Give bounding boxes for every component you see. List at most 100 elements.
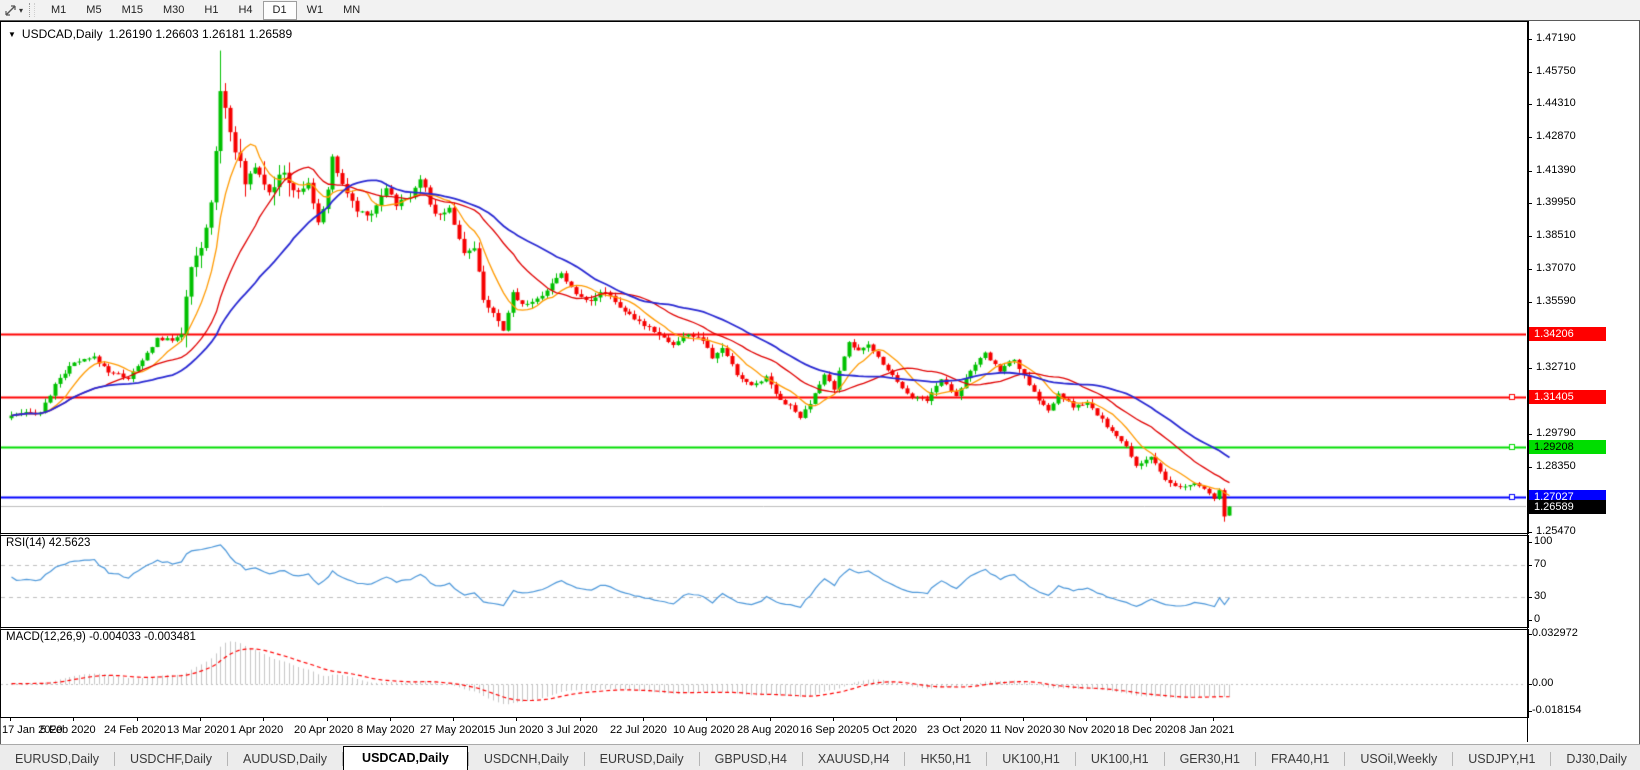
price-chart-canvas[interactable] [1,22,1526,531]
timeframe-button-m30[interactable]: M30 [153,1,194,20]
chart-tab-audusd-daily[interactable]: AUDUSD,Daily [228,748,342,770]
chart-tab-xauusd-h4[interactable]: XAUUSD,H4 [803,748,905,770]
date-tick-label: 13 Mar 2020 [167,724,229,736]
rsi-tick-mark [1527,597,1532,598]
rsi-tick-mark [1527,620,1532,621]
price-tick-label: 1.29790 [1536,427,1576,439]
date-tick-mark [1150,717,1151,721]
price-level-badge: 1.29208 [1529,440,1606,454]
chart-tab-usdjpy-h1[interactable]: USDJPY,H1 [1453,748,1550,770]
price-tick-mark [1527,269,1532,270]
date-tick-label: 18 Dec 2020 [1117,724,1179,736]
crosshair-tool-icon[interactable] [3,3,18,18]
date-tick-mark [327,717,328,721]
chart-tab-dj30-daily[interactable]: DJ30,Daily [1551,748,1640,770]
price-tick-mark [1527,104,1532,105]
date-tick-mark [263,717,264,721]
price-tick-label: 1.35590 [1536,295,1576,307]
chart-symbol-label: USDCAD,Daily [22,27,103,41]
chart-tab-usoil-weekly[interactable]: USOil,Weekly [1345,748,1452,770]
date-tick-label: 24 Feb 2020 [104,724,166,736]
date-tick-label: 5 Oct 2020 [863,724,917,736]
date-tick-mark [1023,717,1024,721]
price-tick-mark [1527,39,1532,40]
timeframe-button-m15[interactable]: M15 [112,1,153,20]
chart-tab-fra40-h1[interactable]: FRA40,H1 [1256,748,1344,770]
rsi-tick-label: 70 [1534,558,1546,570]
rsi-tick-mark [1527,565,1532,566]
date-tick-mark [580,717,581,721]
chart-title: ▼ USDCAD,Daily 1.26190 1.26603 1.26181 1… [8,27,292,41]
price-tick-mark [1527,302,1532,303]
timeframe-button-group: M1M5M15M30H1H4D1W1MN [41,1,370,20]
timeframe-button-h1[interactable]: H1 [194,1,228,20]
rsi-label: RSI(14) 42.5623 [6,537,90,549]
date-tick-label: 20 Apr 2020 [294,724,353,736]
chart-tabs: EURUSD,DailyUSDCHF,DailyAUDUSD,DailyUSDC… [0,746,1640,770]
date-tick-label: 27 May 2020 [420,724,484,736]
date-tick-mark [960,717,961,721]
date-tick-mark [137,717,138,721]
chart-ohlc-values: 1.26190 1.26603 1.26181 1.26589 [109,27,293,41]
collapse-arrow-icon[interactable]: ▼ [8,30,16,39]
date-tick-mark [1086,717,1087,721]
timeframe-button-h4[interactable]: H4 [228,1,262,20]
date-tick-mark [390,717,391,721]
timeframe-button-d1[interactable]: D1 [263,1,297,20]
chart-tab-uk100-h1[interactable]: UK100,H1 [987,748,1075,770]
chart-tab-usdcad-daily[interactable]: USDCAD,Daily [343,746,468,770]
toolbar-grip [29,3,35,17]
timeframe-button-m1[interactable]: M1 [41,1,76,20]
date-tick-mark [1213,717,1214,721]
price-tick-label: 1.44310 [1536,97,1576,109]
price-tick-label: 1.37070 [1536,262,1576,274]
chart-tab-eurusd-daily[interactable]: EURUSD,Daily [585,748,699,770]
chart-tab-usdcnh-daily[interactable]: USDCNH,Daily [469,748,584,770]
price-tick-label: 1.28350 [1536,460,1576,472]
date-tick-label: 15 Jun 2020 [483,724,544,736]
rsi-chart-canvas[interactable] [1,536,1526,625]
date-tick-mark [200,717,201,721]
chart-tab-uk100-h1[interactable]: UK100,H1 [1076,748,1164,770]
date-tick-label: 22 Jul 2020 [610,724,667,736]
timeframe-button-w1[interactable]: W1 [297,1,334,20]
date-tick-label: 8 May 2020 [357,724,414,736]
top-toolbar: ▾ M1M5M15M30H1H4D1W1MN [0,0,1640,21]
date-tick-mark [10,717,11,721]
price-tick-mark [1527,72,1532,73]
trading-terminal-window: ▾ M1M5M15M30H1H4D1W1MN ▼ USDCAD,Daily 1.… [0,0,1640,770]
timeframe-button-mn[interactable]: MN [333,1,370,20]
macd-chart-canvas[interactable] [1,630,1526,715]
date-tick-mark [516,717,517,721]
price-tick-mark [1527,203,1532,204]
date-tick-label: 10 Aug 2020 [673,724,735,736]
tool-dropdown-arrow-icon[interactable]: ▾ [19,6,23,15]
date-tick-label: 1 Apr 2020 [230,724,283,736]
chart-tab-hk50-h1[interactable]: HK50,H1 [905,748,986,770]
rsi-tick-label: 0 [1534,613,1540,625]
date-tick-mark [643,717,644,721]
price-tick-label: 1.42870 [1536,130,1576,142]
chart-tab-ger30-h1[interactable]: GER30,H1 [1165,748,1255,770]
rsi-tick-label: 100 [1534,535,1552,547]
macd-tick-label: 0.032972 [1532,627,1578,639]
chart-tab-eurusd-daily[interactable]: EURUSD,Daily [0,748,114,770]
chart-tab-gbpusd-h4[interactable]: GBPUSD,H4 [700,748,802,770]
price-tick-mark [1527,532,1532,533]
date-tick-label: 23 Oct 2020 [927,724,987,736]
macd-tick-label: -0.018154 [1532,704,1582,716]
price-tick-mark [1527,171,1532,172]
chart-tab-bar: EURUSD,DailyUSDCHF,DailyAUDUSD,DailyUSDC… [0,744,1640,770]
price-level-badge: 1.31405 [1529,390,1606,404]
current-price-badge: 1.26589 [1529,500,1606,514]
price-tick-mark [1527,467,1532,468]
date-tick-label: 11 Nov 2020 [990,724,1052,736]
timeframe-button-m5[interactable]: M5 [76,1,111,20]
chart-tab-usdchf-daily[interactable]: USDCHF,Daily [115,748,227,770]
date-tick-mark [706,717,707,721]
date-tick-label: 5 Feb 2020 [40,724,96,736]
macd-tick-label: 0.00 [1532,677,1553,689]
date-tick-mark [770,717,771,721]
macd-label: MACD(12,26,9) -0.004033 -0.003481 [6,631,196,643]
price-tick-label: 1.32710 [1536,361,1576,373]
